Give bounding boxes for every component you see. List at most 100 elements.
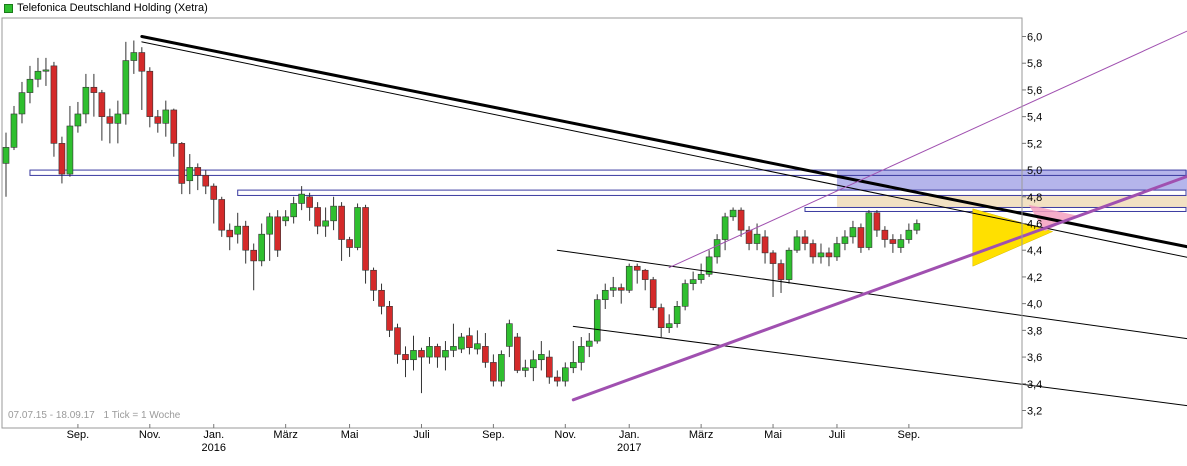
candle-body [569, 362, 577, 369]
candle-body [130, 52, 138, 61]
candle-body [42, 69, 50, 72]
candle-7 [50, 61, 58, 157]
candle-body [34, 70, 42, 80]
candle-body [290, 203, 297, 218]
y-tick-label: 3,2 [1027, 406, 1042, 418]
candle-body [242, 225, 249, 251]
x-tick-label: Juli [413, 429, 430, 441]
candle-body [617, 287, 625, 291]
candle-body [122, 60, 130, 115]
candle-body [625, 265, 633, 291]
candle-body [10, 113, 18, 148]
x-tick-label: Jan. [619, 429, 640, 441]
y-tick-label: 6,0 [1027, 32, 1042, 44]
candle-body [873, 212, 881, 231]
candlestick-chart: 6,0 5,8 5,6 5,4 5,2 5,0 4,8 4,6 4,4 4,2 4,0 3,8 3,6 3… [1, 17, 1187, 454]
candle-body [202, 175, 210, 187]
legend-label: Telefonica Deutschland Holding (Xetra) [17, 2, 208, 14]
candle-109 [865, 210, 873, 251]
candle-body [665, 323, 673, 328]
candle-body [282, 216, 289, 222]
candle-body [482, 346, 489, 363]
candle-body [601, 289, 609, 300]
candle-body [154, 116, 162, 124]
candle-body [346, 239, 353, 248]
candle-body [2, 147, 10, 164]
candle-body [530, 359, 537, 369]
candle-body [266, 216, 273, 235]
candle-body [314, 207, 321, 227]
candle-body [857, 227, 865, 248]
candle-79 [625, 263, 633, 293]
candle-99 [785, 247, 793, 284]
candle-45 [354, 203, 361, 251]
candle-body [442, 350, 449, 358]
y-tick-label: 3,6 [1027, 352, 1042, 364]
candle-body [90, 86, 98, 93]
candle-body [641, 269, 649, 280]
chart-footnote: 07.07.15 - 18.09.17 1 Tick = 1 Woche [8, 410, 186, 421]
candle-body [162, 109, 170, 124]
candle-body [50, 65, 58, 144]
y-tick-label: 4,2 [1027, 272, 1042, 284]
y-tick-label: 5,4 [1027, 112, 1042, 124]
candle-body [466, 335, 473, 349]
candle-body [609, 287, 617, 291]
y-tick-label: 5,8 [1027, 58, 1042, 70]
y-tick-label: 3,4 [1027, 379, 1042, 391]
candle-body [114, 113, 122, 124]
candle-body [402, 354, 409, 361]
candle-body [250, 249, 257, 262]
candle-body [106, 116, 114, 124]
candle-body [330, 205, 337, 222]
x-tick-label: März [273, 429, 297, 441]
candle-body [897, 239, 905, 248]
candle-body [306, 196, 313, 208]
candle-body [657, 307, 665, 328]
candle-body [210, 185, 218, 200]
candle-body [450, 346, 457, 351]
candle-body [849, 227, 857, 238]
candle-body [498, 354, 505, 382]
y-tick-label: 4,0 [1027, 299, 1042, 311]
x-tick-label: März [689, 429, 713, 441]
candle-body [386, 306, 393, 331]
chart-area: 6,0 5,8 5,6 5,4 5,2 5,0 4,8 4,6 4,4 4,2 4,0 3,8 3,6 3… [0, 0, 1187, 461]
tan-zone [836, 195, 1187, 208]
candle-body [833, 243, 841, 258]
candle-body [234, 225, 242, 235]
candle-35 [274, 210, 281, 257]
candle-65 [514, 333, 521, 374]
x-year-label: 2017 [617, 442, 641, 454]
y-tick-label: 5,6 [1027, 85, 1042, 97]
candle-82 [649, 276, 657, 311]
legend: Telefonica Deutschland Holding (Xetra) [4, 2, 208, 14]
x-tick-label: Juli [829, 429, 846, 441]
legend-swatch-icon [4, 3, 13, 13]
y-tick-label: 4,8 [1027, 192, 1042, 204]
candle-body [418, 350, 425, 358]
candle-body [649, 279, 657, 308]
candle-body [593, 299, 601, 342]
candle-body [258, 233, 265, 262]
x-tick-label: Nov. [139, 429, 161, 441]
candle-body [410, 350, 417, 361]
candle-body [66, 125, 74, 175]
candle-body [522, 367, 529, 371]
candle-body [218, 199, 226, 231]
candle-body [298, 193, 305, 204]
x-tick-label: Mai [764, 429, 782, 441]
candle-body [913, 223, 921, 231]
candle-body [561, 367, 569, 382]
date-range-label: 07.07.15 - 18.09.17 [8, 410, 95, 421]
candle-body [761, 236, 769, 254]
candle-body [785, 249, 793, 280]
candle-body [673, 306, 681, 324]
candle-body [226, 229, 234, 238]
candle-body [633, 265, 641, 271]
candle-body [538, 354, 545, 361]
candle-body [777, 263, 785, 280]
candle-body [474, 343, 481, 350]
candle-body [825, 252, 833, 258]
candle-body [82, 86, 90, 115]
